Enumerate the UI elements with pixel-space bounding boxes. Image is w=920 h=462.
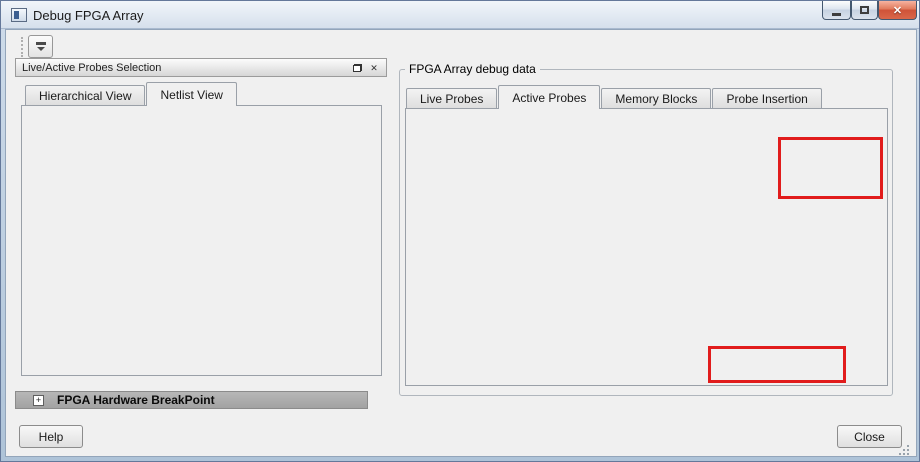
left-view-tab[interactable]: Netlist View [146,82,236,106]
netlist-view-pane [21,105,382,376]
active-probes-pane [405,108,888,386]
help-button[interactable]: Help [19,425,83,448]
close-panel-button[interactable]: ✕ [367,61,381,75]
toolbar-drag-handle[interactable] [21,37,25,57]
debug-data-tab[interactable]: Live Probes [406,88,497,108]
maximize-icon [860,6,869,14]
float-panel-button[interactable] [350,61,364,75]
debug-data-tab[interactable]: Probe Insertion [712,88,821,108]
close-button[interactable]: Close [837,425,902,448]
title-bar[interactable]: Debug FPGA Array [1,1,919,29]
close-icon: ✕ [893,4,902,17]
left-tab-bar: Hierarchical View Netlist View [25,85,238,105]
collapse-filter-button[interactable] [28,35,53,58]
left-panel-title: Live/Active Probes Selection [22,62,161,74]
minimize-icon [832,13,841,16]
group-title: FPGA Array debug data [405,62,540,76]
app-icon [11,8,27,22]
right-tab-bar: Live Probes Active Probes Memory Blocks … [406,88,823,108]
left-view-tab[interactable]: Hierarchical View [25,85,145,105]
close-icon: ✕ [370,63,378,74]
breakpoint-label: FPGA Hardware BreakPoint [57,393,215,407]
minimize-button[interactable] [822,1,851,20]
debug-fpga-array-window: Debug FPGA Array ✕ Live/Active Probes Se… [0,0,920,462]
maximize-button[interactable] [851,1,878,20]
window-title: Debug FPGA Array [33,1,144,29]
debug-data-tab[interactable]: Active Probes [498,85,600,109]
float-icon [353,64,362,72]
plus-box-icon[interactable]: + [33,395,44,406]
window-close-button[interactable]: ✕ [878,1,917,20]
resize-grip[interactable] [898,446,910,455]
collapse-filter-icon [36,42,46,45]
fpga-hardware-breakpoint-section[interactable]: + FPGA Hardware BreakPoint [15,391,368,409]
debug-data-tab[interactable]: Memory Blocks [601,88,711,108]
left-panel-header[interactable]: Live/Active Probes Selection ✕ [15,58,387,77]
